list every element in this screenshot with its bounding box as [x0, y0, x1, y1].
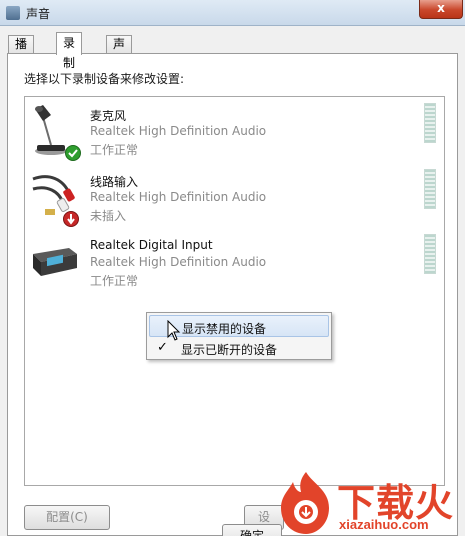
unplugged-badge-icon	[63, 211, 79, 227]
watermark-logo: 下载火 xiazaihuo.com	[275, 470, 465, 536]
device-list[interactable]: 麦克风 Realtek High Definition Audio 工作正常 线…	[24, 96, 445, 486]
level-meter	[424, 169, 436, 209]
list-item-line-in[interactable]: 线路输入 Realtek High Definition Audio 未插入	[25, 167, 444, 231]
device-driver: Realtek High Definition Audio	[90, 124, 267, 138]
check-badge-icon	[65, 145, 81, 161]
recording-panel: 选择以下录制设备来修改设置: 麦克风 Realtek High Definiti…	[7, 53, 458, 536]
flame-logo-icon	[281, 472, 329, 534]
tab-recording[interactable]: 录制	[56, 32, 83, 70]
device-status: 工作正常	[90, 274, 139, 288]
device-name: 麦克风	[90, 109, 127, 123]
instruction-text: 选择以下录制设备来修改设置:	[24, 72, 185, 86]
device-name: Realtek Digital Input	[90, 238, 213, 252]
checkmark-icon: ✓	[157, 340, 168, 355]
device-status: 未插入	[90, 209, 127, 223]
menu-item-label: 显示已断开的设备	[181, 343, 278, 357]
level-meter	[424, 234, 436, 274]
device-driver: Realtek High Definition Audio	[90, 255, 267, 269]
list-item-microphone[interactable]: 麦克风 Realtek High Definition Audio 工作正常	[25, 101, 444, 165]
list-item-digital-input[interactable]: Realtek Digital Input Realtek High Defin…	[25, 232, 444, 296]
window-title: 声音	[26, 7, 51, 21]
speaker-app-icon	[6, 6, 20, 20]
digital-input-device-icon	[29, 234, 79, 290]
mouse-cursor-icon	[167, 320, 181, 341]
tab-playback[interactable]: 播放	[8, 35, 35, 68]
close-button[interactable]: x	[419, 0, 463, 19]
tab-sounds[interactable]: 声音	[106, 35, 133, 68]
device-status: 工作正常	[90, 143, 139, 157]
level-meter	[424, 103, 436, 143]
title-bar: 声音 x	[0, 0, 465, 26]
watermark-url: xiazaihuo.com	[339, 517, 429, 532]
ok-button[interactable]: 确定	[222, 524, 282, 536]
dialog-body: 播放 录制 声音 选择以下录制设备来修改设置:	[0, 26, 465, 536]
device-name: 线路输入	[90, 175, 139, 189]
configure-button[interactable]: 配置(C)	[24, 505, 110, 530]
device-driver: Realtek High Definition Audio	[90, 190, 267, 204]
menu-item-label: 显示禁用的设备	[182, 322, 267, 336]
